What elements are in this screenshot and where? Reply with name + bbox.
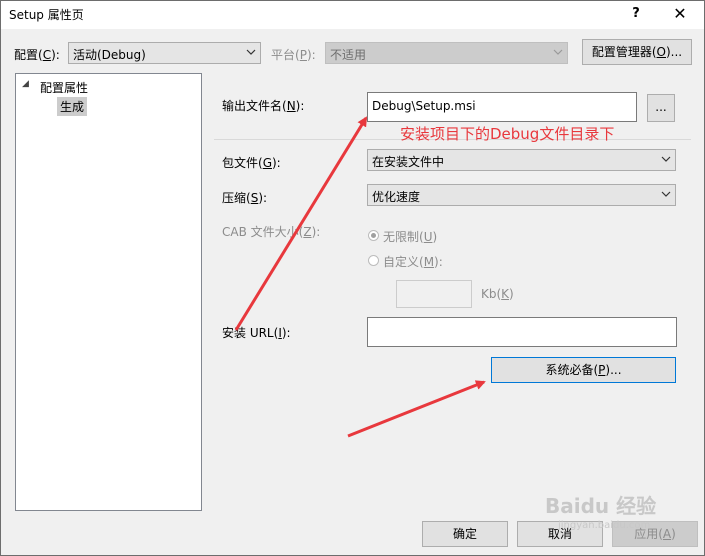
compression-label: 压缩(S):	[222, 191, 268, 205]
custom-label: 自定义(M):	[383, 255, 443, 269]
platform-value: 不适用	[330, 48, 367, 62]
close-button[interactable]: ✕	[665, 3, 695, 25]
tree-item-build[interactable]: 生成	[57, 97, 88, 116]
cab-size-label: CAB 文件大小(Z):	[222, 225, 321, 239]
title-bar: Setup 属性页 ? ✕	[1, 1, 704, 29]
config-label: 配置(C):	[14, 48, 60, 62]
package-files-label: 包文件(G):	[222, 156, 281, 170]
platform-dropdown: 不适用	[325, 42, 568, 64]
prerequisites-button[interactable]: 系统必备(P)...	[491, 357, 676, 383]
annotation-text: 安装项目下的Debug文件目录下	[400, 125, 615, 143]
baidu-watermark-url: jingyan.baidu.com	[558, 520, 651, 531]
unlimited-label: 无限制(U)	[383, 230, 438, 244]
chevron-down-icon	[553, 49, 563, 55]
compression-dropdown[interactable]: 优化速度	[367, 184, 676, 206]
kb-label: Kb(K)	[481, 287, 514, 301]
browse-button[interactable]: ...	[647, 94, 675, 122]
platform-label: 平台(P):	[271, 48, 316, 62]
package-files-dropdown[interactable]: 在安装文件中	[367, 149, 676, 171]
ok-button[interactable]: 确定	[422, 521, 508, 547]
output-file-value: Debug\Setup.msi	[372, 99, 476, 113]
package-files-value: 在安装文件中	[372, 155, 445, 169]
output-file-label: 输出文件名(N):	[222, 99, 305, 113]
output-file-input[interactable]: Debug\Setup.msi	[367, 92, 637, 122]
property-pages-dialog: Setup 属性页 ? ✕ 配置(C): 活动(Debug) 平台(P): 不适…	[0, 0, 705, 556]
help-button[interactable]: ?	[621, 3, 651, 25]
custom-radio	[368, 255, 379, 266]
collapse-toggle-icon[interactable]: ◢	[22, 79, 29, 89]
install-url-input[interactable]	[367, 317, 677, 347]
config-value: 活动(Debug)	[73, 48, 146, 62]
chevron-down-icon	[661, 191, 671, 197]
baidu-watermark: Baidu 经验	[545, 494, 657, 518]
unlimited-radio	[368, 230, 379, 241]
config-manager-button[interactable]: 配置管理器(O)...	[582, 39, 692, 65]
chevron-down-icon	[246, 49, 256, 55]
settings-tree: ◢ 配置属性 生成	[15, 73, 202, 511]
compression-value: 优化速度	[372, 190, 421, 204]
cab-size-input	[396, 280, 472, 308]
install-url-label: 安装 URL(I):	[222, 326, 291, 340]
config-dropdown[interactable]: 活动(Debug)	[68, 42, 261, 64]
window-title: Setup 属性页	[9, 8, 84, 22]
tree-item-config-properties[interactable]: 配置属性	[40, 79, 88, 96]
chevron-down-icon	[661, 156, 671, 162]
